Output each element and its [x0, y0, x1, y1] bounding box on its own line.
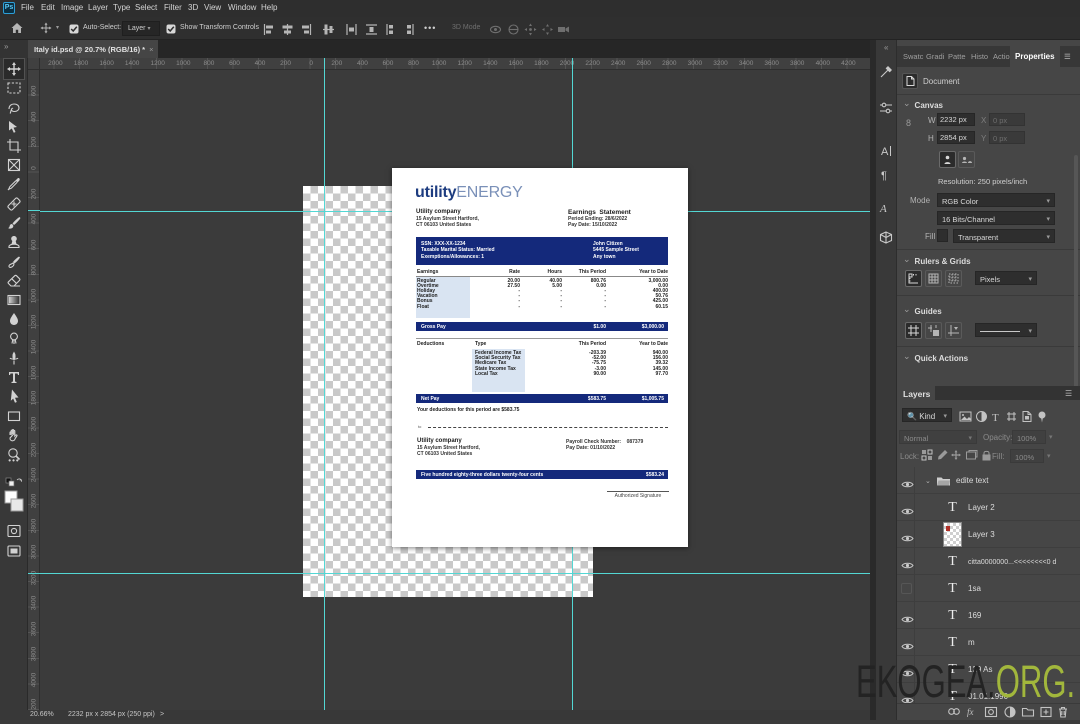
svg-text:fx: fx	[967, 707, 974, 717]
svg-text:A: A	[879, 203, 887, 215]
svg-text:A: A	[881, 146, 889, 158]
svg-text:T: T	[992, 412, 999, 423]
svg-text:¶: ¶	[881, 170, 887, 182]
